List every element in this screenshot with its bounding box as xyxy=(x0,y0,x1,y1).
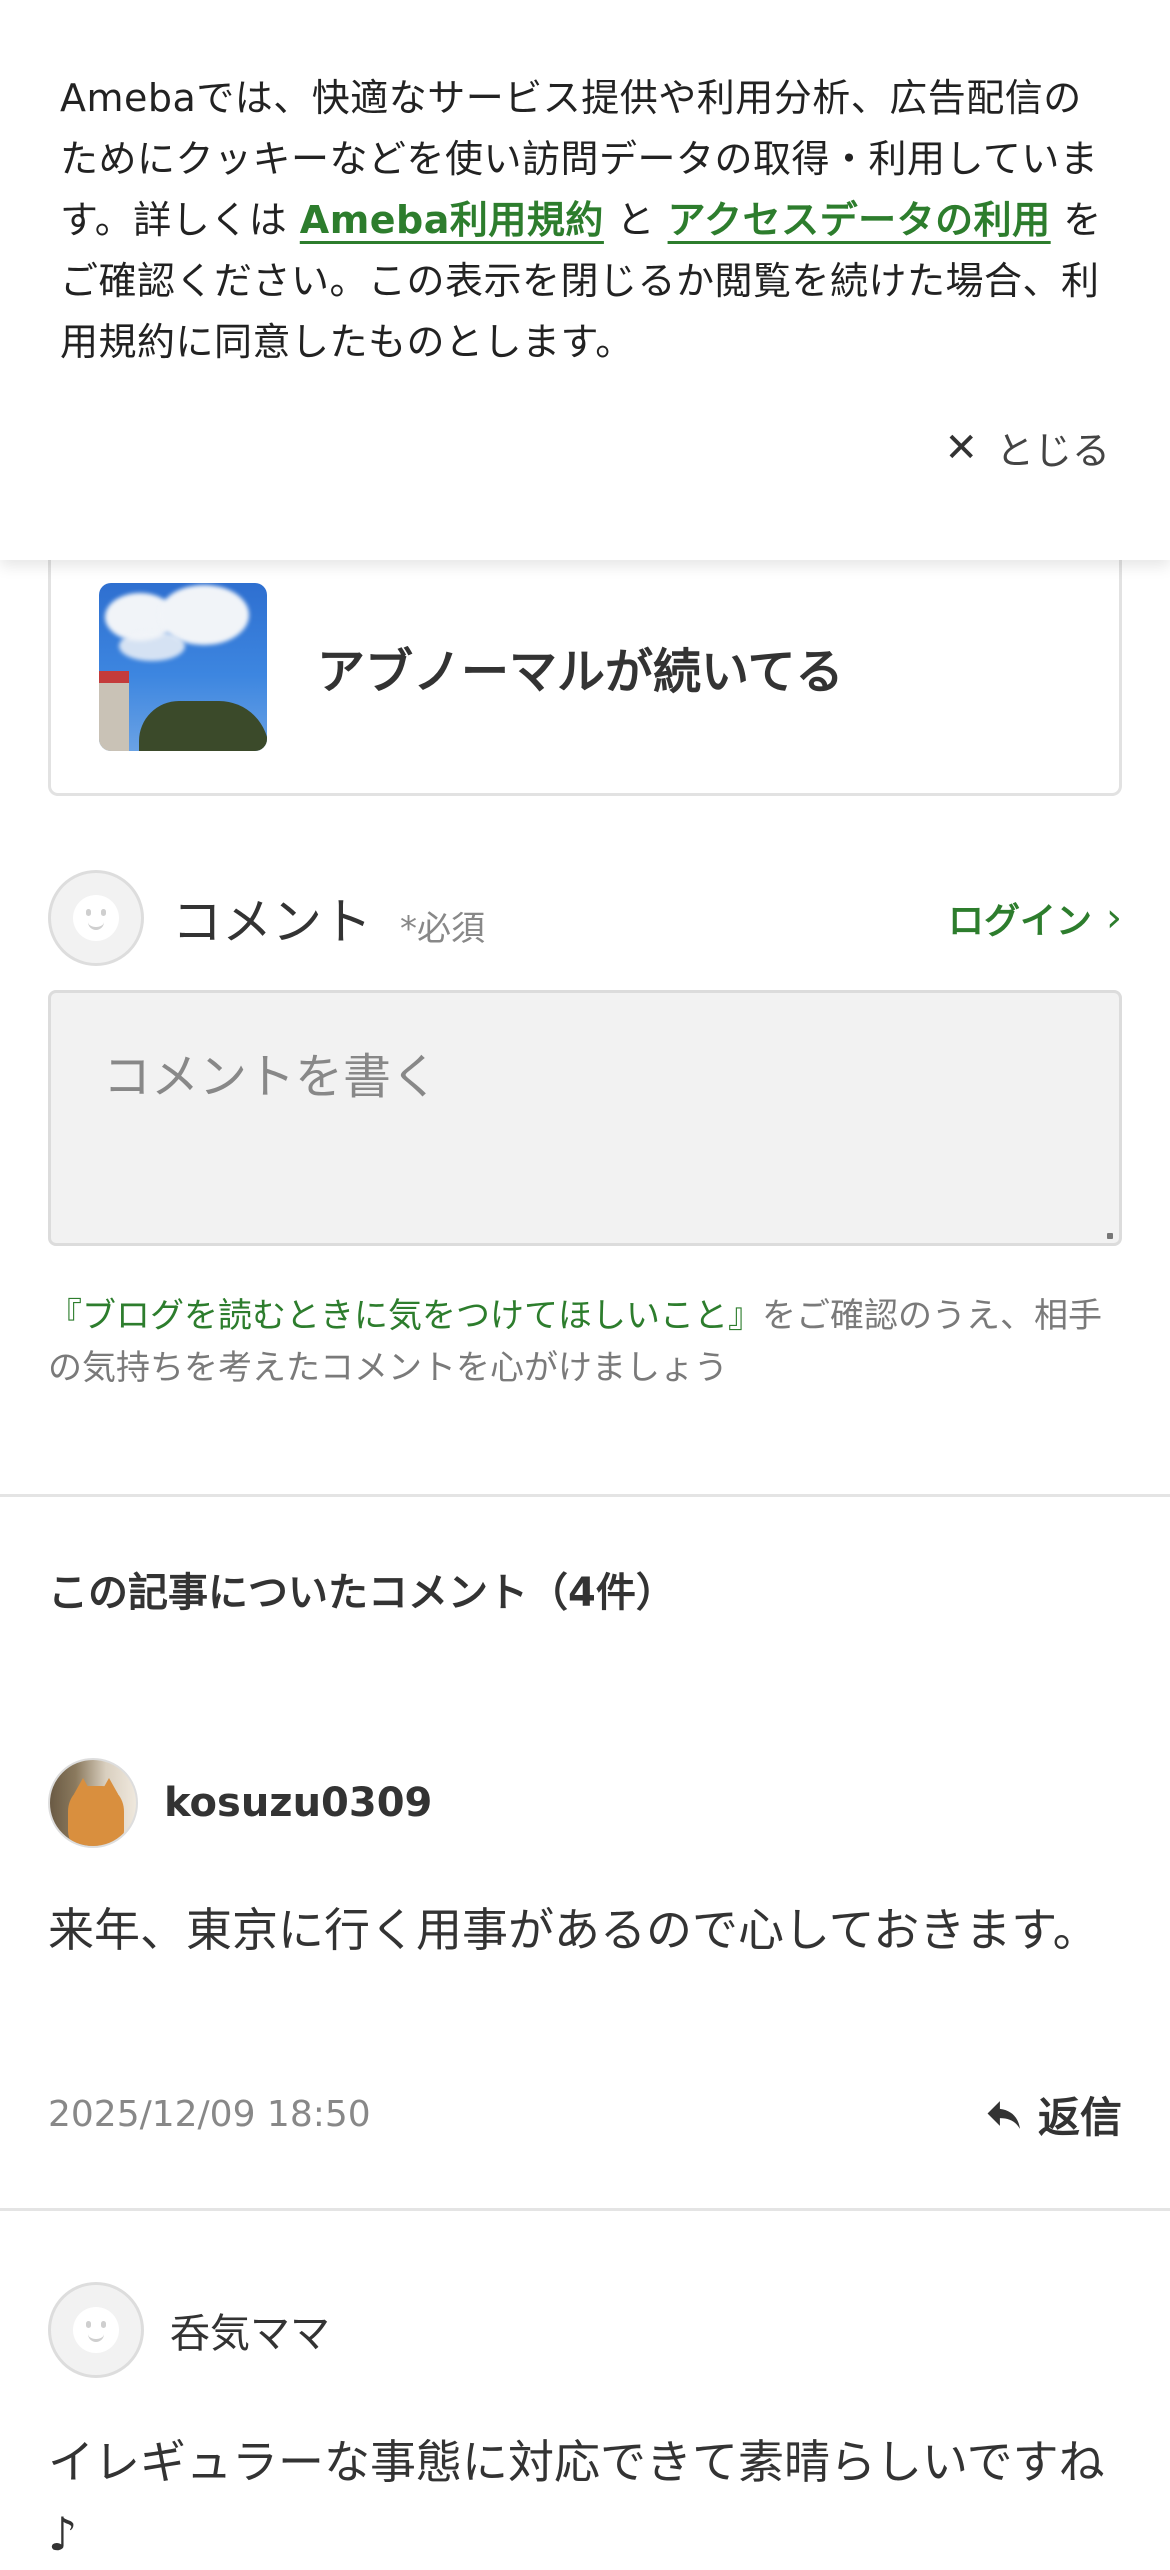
cookie-text-and: と xyxy=(603,198,668,242)
reply-icon xyxy=(987,2100,1020,2129)
article-title: アブノーマルが続いてる xyxy=(317,643,844,700)
terms-link[interactable]: Ameba利用規約 xyxy=(300,198,604,242)
article-link-card[interactable]: アブノーマルが続いてる xyxy=(48,540,1122,796)
required-mark: *必須 xyxy=(400,908,485,949)
reply-label: 返信 xyxy=(1037,2093,1122,2142)
avatar xyxy=(48,1758,138,1848)
comment-textarea[interactable]: コメントを書く xyxy=(48,990,1122,1246)
section-divider xyxy=(0,1494,1170,1497)
cookie-consent-banner: Amebaでは、快適なサービス提供や利用分析、広告配信のためにクッキーなどを使い… xyxy=(0,0,1170,560)
comments-heading: この記事についたコメント（4件） xyxy=(48,1570,676,1616)
comment-meta: 2025/12/09 18:50 返信 xyxy=(48,2084,1122,2145)
cookie-notice-text: Amebaでは、快適なサービス提供や利用分析、広告配信のためにクッキーなどを使い… xyxy=(60,68,1110,373)
comment-author[interactable]: 呑気ママ xyxy=(48,2282,330,2378)
guideline-link[interactable]: 『ブログを読むときに気をつけてほしいこと』 xyxy=(48,1296,762,1336)
article-thumbnail xyxy=(99,582,267,751)
resize-handle[interactable] xyxy=(1107,1233,1113,1239)
comment-placeholder: コメントを書く xyxy=(103,1049,440,1105)
author-name: 呑気ママ xyxy=(170,2311,330,2357)
comment-form-header: コメント *必須 ログイン › xyxy=(48,868,1122,968)
close-banner-button[interactable]: ✕ とじる xyxy=(944,420,1110,475)
comment-guideline: 『ブログを読むときに気をつけてほしいこと』をご確認のうえ、相手の気持ちを考えたコ… xyxy=(48,1290,1128,1394)
close-label: とじる xyxy=(995,429,1110,473)
chevron-right-icon: › xyxy=(1106,895,1122,941)
comment-label: コメント xyxy=(172,893,372,951)
default-avatar-icon xyxy=(48,870,144,966)
login-button[interactable]: ログイン › xyxy=(948,892,1122,944)
comment-divider xyxy=(0,2208,1170,2211)
login-label: ログイン xyxy=(947,901,1092,942)
comment-author[interactable]: kosuzu0309 xyxy=(48,1758,432,1848)
author-name: kosuzu0309 xyxy=(164,1780,433,1826)
close-icon: ✕ xyxy=(944,424,978,471)
reply-button[interactable]: 返信 xyxy=(984,2084,1122,2145)
comment-body: 来年、東京に行く用事があるので心しておきます。 xyxy=(48,1903,1099,1957)
comment-date: 2025/12/09 18:50 xyxy=(48,2094,371,2135)
comment-body: イレギュラーな事態に対応できて素晴らしいですね♪ xyxy=(48,2435,1105,2561)
default-avatar-icon xyxy=(48,2282,144,2378)
access-data-link[interactable]: アクセスデータの利用 xyxy=(668,198,1051,242)
